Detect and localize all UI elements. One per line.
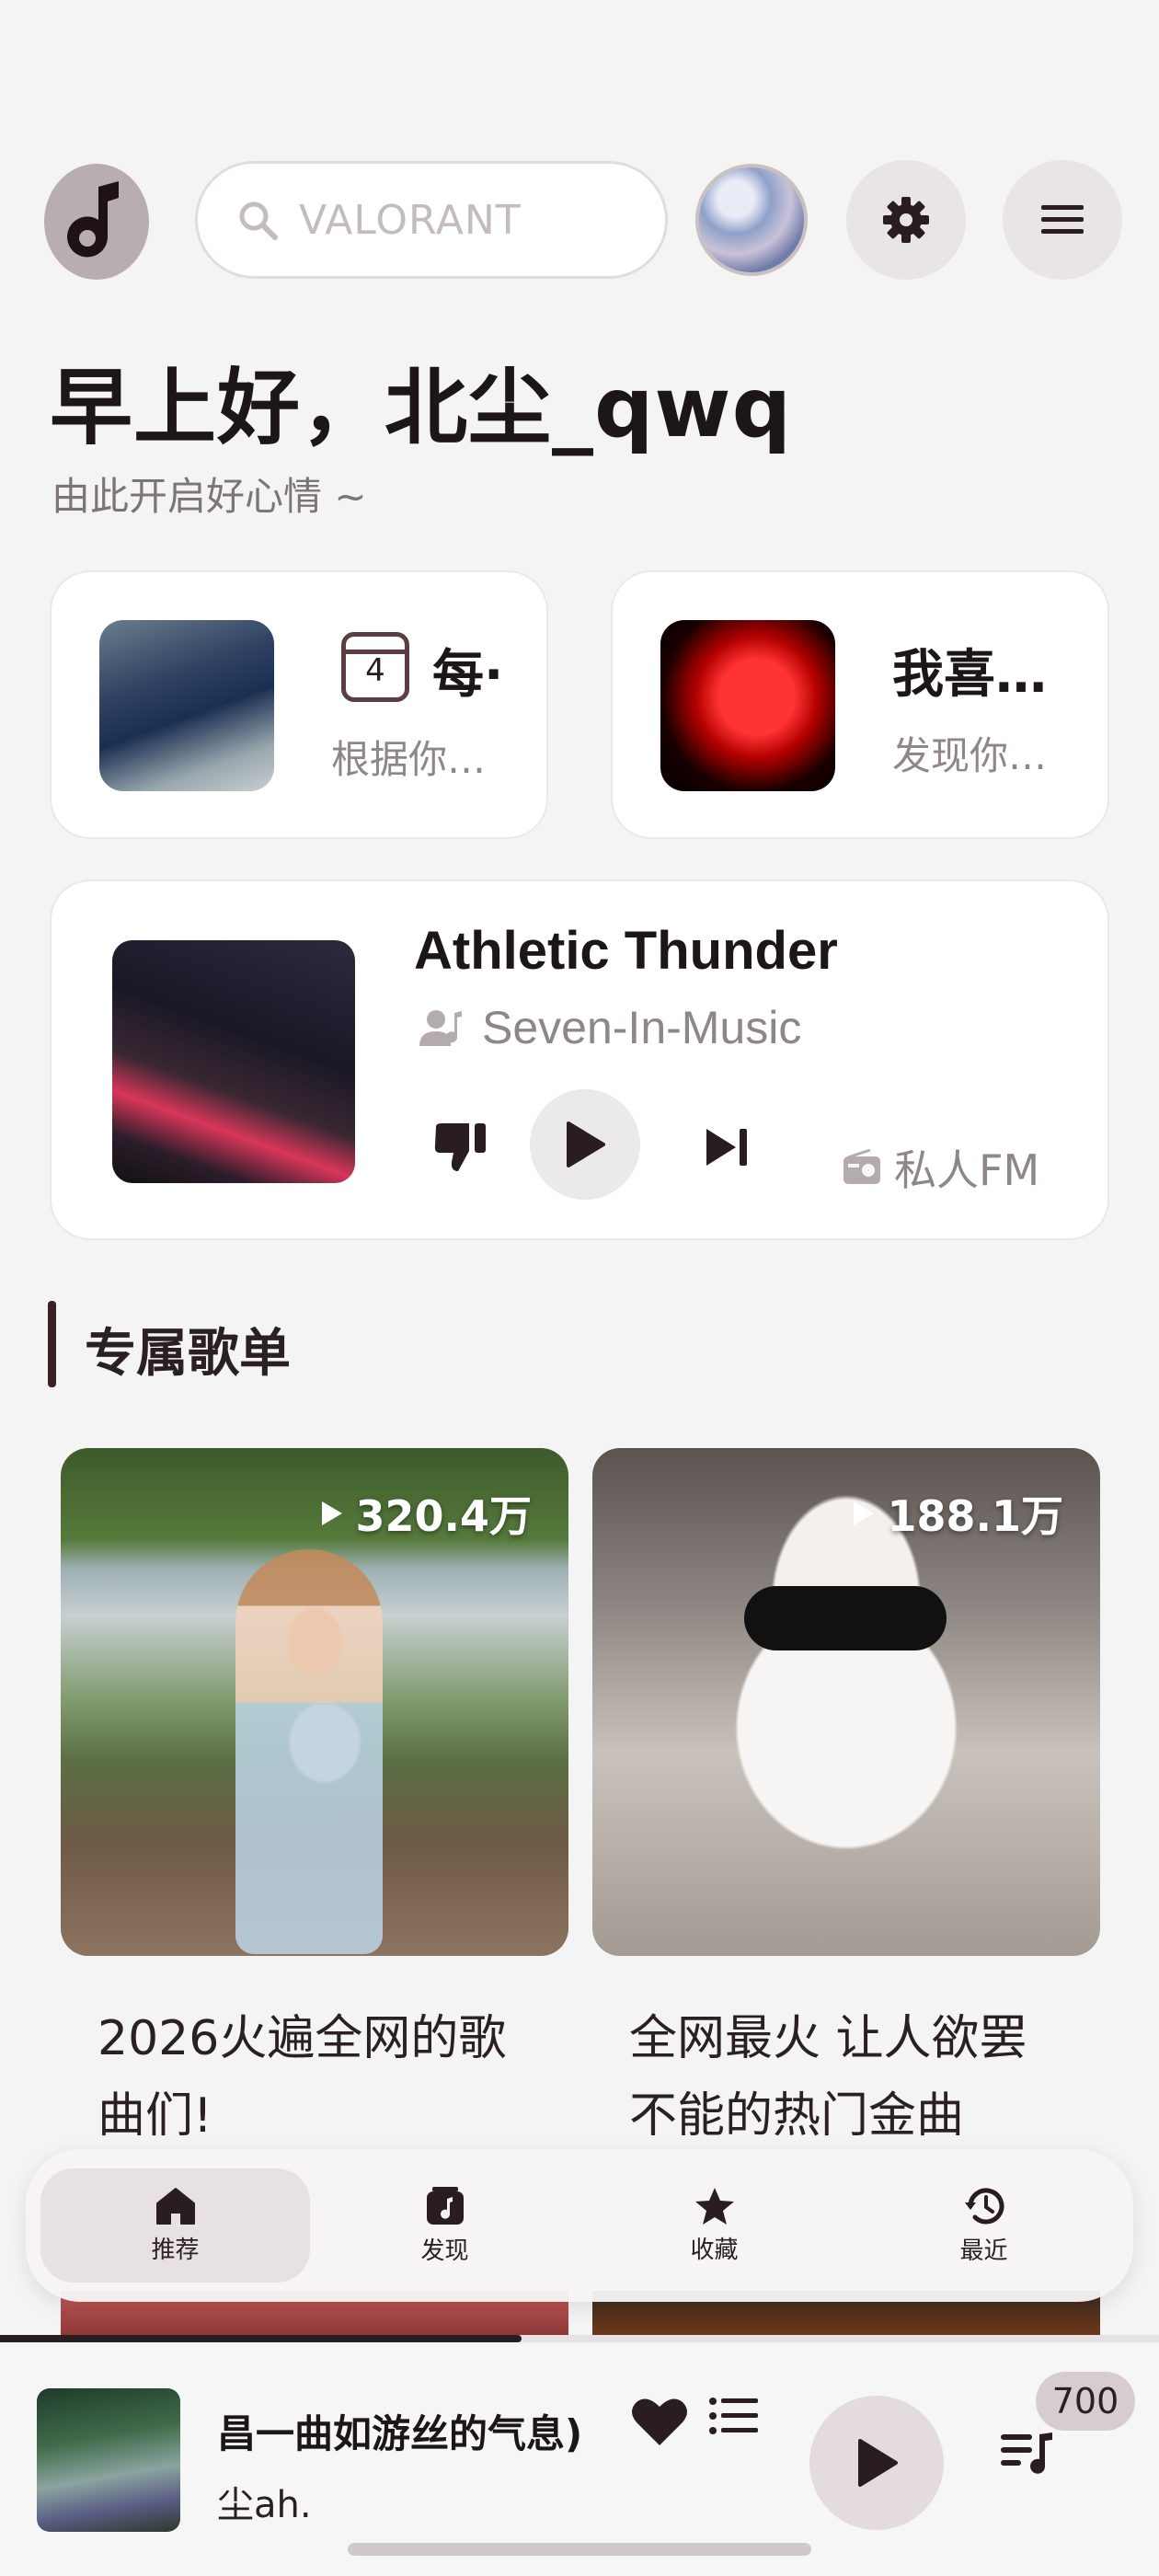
play-count: 188.1万 <box>852 1483 1063 1544</box>
nav-tab-recent[interactable]: 最近 <box>849 2168 1119 2283</box>
liked-cover-image <box>660 620 835 791</box>
playlist-cover: 188.1万 <box>592 1448 1100 1956</box>
app-logo[interactable] <box>44 164 149 280</box>
daily-cover-image <box>99 620 274 791</box>
settings-button[interactable] <box>846 160 966 280</box>
greeting-subtitle: 由此开启好心情 ~ <box>52 474 367 519</box>
nav-tab-favorites[interactable]: 收藏 <box>580 2168 849 2283</box>
play-count: 320.4万 <box>320 1483 532 1544</box>
fm-song-title: Athletic Thunder <box>414 921 838 981</box>
search-bar[interactable]: VALORANT <box>195 161 668 279</box>
next-track-button[interactable] <box>686 1106 769 1189</box>
liked-card-title: 我喜… <box>892 645 1047 705</box>
mini-play-button[interactable] <box>809 2396 944 2530</box>
queue-music-icon <box>1001 2432 1052 2474</box>
lyrics-list-button[interactable] <box>708 2396 782 2466</box>
play-count-icon <box>854 1501 875 1525</box>
fm-label: 私人FM <box>843 1137 1039 1198</box>
greeting-title: 早上好，北尘_qwq <box>50 360 792 456</box>
daily-recommend-card[interactable]: 4 每· 根据你… <box>50 570 548 839</box>
fm-artist-row: Seven-In-Music <box>419 1001 801 1054</box>
now-playing-title: 昌一曲如游丝的气息) <box>217 2411 583 2456</box>
section-accent-bar <box>48 1301 56 1387</box>
gear-icon <box>883 197 929 243</box>
play-icon <box>858 2439 898 2487</box>
fm-cover-image <box>112 940 355 1183</box>
list-icon <box>709 2398 758 2434</box>
playlist-cover: 320.4万 <box>61 1448 568 1956</box>
playlist-card[interactable]: 320.4万 2026火遍全网的歌曲们! <box>61 1448 568 2155</box>
music-note-icon <box>67 181 119 258</box>
nav-label: 推荐 <box>151 2236 200 2264</box>
play-icon <box>567 1121 605 1167</box>
daily-card-subtitle: 根据你… <box>331 737 487 782</box>
home-indicator[interactable] <box>348 2543 811 2556</box>
nav-tab-discover[interactable]: 发现 <box>310 2168 580 2283</box>
playback-progress-fill <box>0 2335 522 2342</box>
playlist-card[interactable]: 188.1万 全网最火 让人欲罢不能的热门金曲 <box>592 1448 1100 2155</box>
nav-label: 最近 <box>959 2237 1008 2265</box>
nav-tab-recommend[interactable]: 推荐 <box>40 2168 310 2283</box>
calendar-icon: 4 <box>341 632 409 702</box>
nav-label: 发现 <box>420 2237 469 2265</box>
playlist-name: 全网最火 让人欲罢不能的热门金曲 <box>629 2011 1027 2144</box>
playlist-queue-button[interactable] <box>999 2429 1063 2493</box>
thumbs-down-icon <box>434 1123 486 1171</box>
play-count-value: 320.4万 <box>355 1491 532 1541</box>
artist-icon <box>419 1010 462 1046</box>
nav-label: 收藏 <box>690 2236 739 2264</box>
bottom-navigation: 推荐 发现 收藏 最近 <box>26 2149 1133 2302</box>
search-icon <box>239 201 278 240</box>
section-title: 专属歌单 <box>85 1324 291 1384</box>
heart-icon <box>632 2398 687 2445</box>
user-avatar[interactable] <box>695 164 808 276</box>
search-placeholder: VALORANT <box>299 196 522 244</box>
menu-button[interactable] <box>1003 160 1122 280</box>
calendar-day: 4 <box>365 652 385 689</box>
personal-fm-card[interactable]: Athletic Thunder Seven-In-Music 私人FM <box>50 880 1109 1240</box>
play-count-value: 188.1万 <box>887 1491 1063 1541</box>
daily-card-title: 每· <box>432 645 504 705</box>
dislike-button[interactable] <box>419 1106 502 1189</box>
fm-label-text: 私人FM <box>894 1145 1040 1195</box>
music-album-icon <box>426 2186 464 2225</box>
now-playing-cover[interactable] <box>37 2388 180 2532</box>
history-icon <box>964 2187 1004 2224</box>
fm-artist-name: Seven-In-Music <box>482 1002 802 1053</box>
playlist-name: 2026火遍全网的歌曲们! <box>98 2011 507 2144</box>
liked-card-subtitle: 发现你… <box>892 733 1048 778</box>
skip-next-icon <box>706 1129 747 1166</box>
hamburger-icon <box>1041 205 1084 234</box>
like-button[interactable] <box>631 2396 701 2466</box>
liked-songs-card[interactable]: 我喜… 发现你… <box>611 570 1109 839</box>
home-icon <box>155 2187 195 2225</box>
radio-icon <box>843 1149 880 1184</box>
play-count-icon <box>322 1501 343 1525</box>
queue-count-badge: 700 <box>1036 2372 1135 2431</box>
fm-play-button[interactable] <box>530 1089 640 1200</box>
star-icon <box>694 2187 734 2225</box>
now-playing-artist: 尘ah. <box>217 2484 312 2526</box>
